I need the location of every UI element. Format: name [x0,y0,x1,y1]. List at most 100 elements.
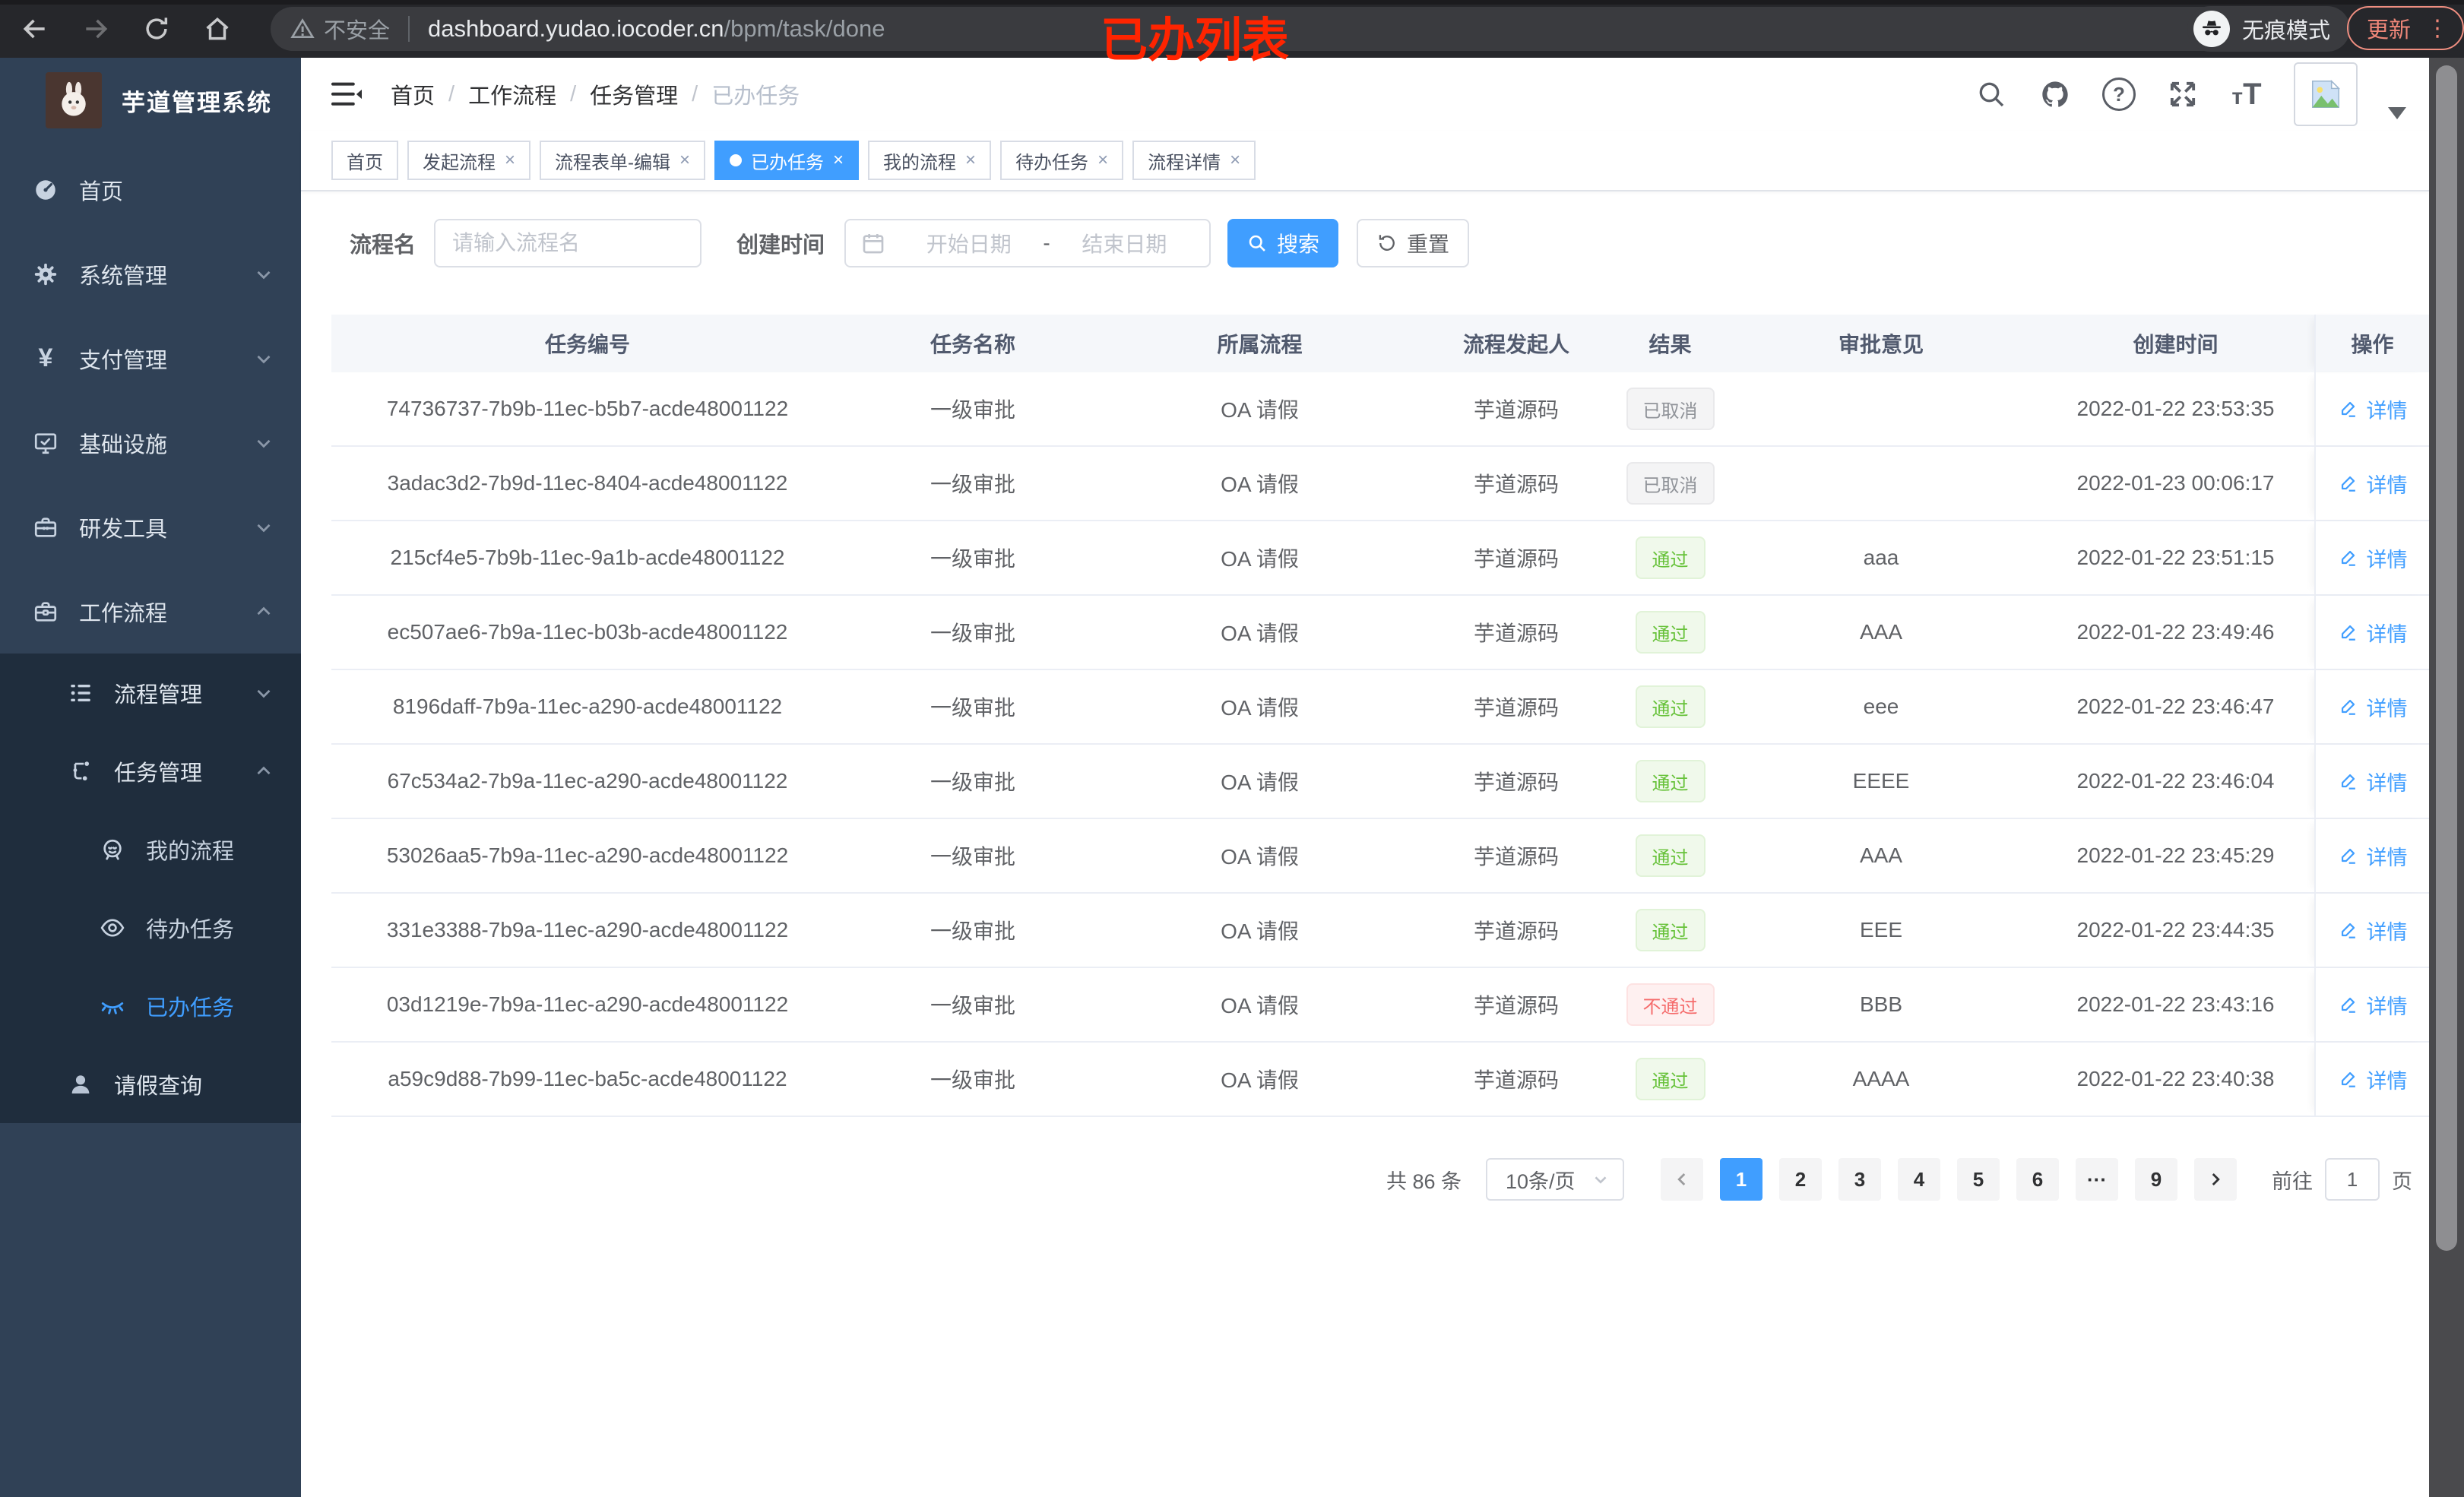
goto-page-input[interactable] [2325,1158,2380,1201]
breadcrumb-item[interactable]: 任务管理 [590,78,678,110]
browser-reload-button[interactable] [138,11,175,47]
reset-button[interactable]: 重置 [1357,219,1470,267]
process-name-input[interactable] [434,219,702,267]
range-separator: - [1043,231,1050,255]
search-button[interactable]: 搜索 [1227,219,1339,267]
result-badge: 已取消 [1626,388,1715,430]
detail-link[interactable]: 详情 [2338,990,2408,1020]
sidebar-item-研发工具[interactable]: 研发工具 [0,485,301,569]
pen-icon [2341,848,2355,864]
security-indicator[interactable]: 不安全 [290,13,390,45]
reload-icon [146,17,168,40]
pen-icon [2341,774,2355,790]
close-icon[interactable]: × [1097,151,1108,169]
tab-待办任务[interactable]: 待办任务 × [1000,141,1124,180]
sidebar-item-待办任务[interactable]: 待办任务 [0,888,301,967]
page-button-2[interactable]: 2 [1779,1158,1822,1201]
address-bar[interactable]: 不安全 dashboard.yudao.iocoder.cn/bpm/task/… [271,7,2332,51]
eye-closed-icon [97,991,128,1021]
column-header-结果: 结果 [1648,333,1692,356]
browser-back-button[interactable] [17,11,53,47]
page-button-5[interactable]: 5 [1957,1158,2000,1201]
detail-link-label: 详情 [2366,771,2408,795]
hamburger-fold-icon [331,82,362,106]
tab-流程详情[interactable]: 流程详情 × [1132,141,1256,180]
detail-link-label: 详情 [2366,920,2408,944]
browser-home-button[interactable] [199,11,236,47]
sidebar-item-任务管理[interactable]: 任务管理 [0,732,301,810]
tab-首页[interactable]: 首页 [331,141,398,180]
detail-link[interactable]: 详情 [2338,1065,2408,1094]
date-range-picker[interactable]: 开始日期 - 结束日期 [844,219,1211,267]
help-button[interactable]: ? [2102,78,2136,111]
sidebar-item-工作流程[interactable]: 工作流程 [0,569,301,654]
browser-update-button[interactable]: 更新 ⋮ [2347,6,2464,50]
sidebar-item-请假查询[interactable]: 请假查询 [0,1045,301,1123]
url-path: /bpm/task/done [724,15,885,42]
page-button-4[interactable]: 4 [1898,1158,1940,1201]
sidebar-logo-row[interactable]: 芋道管理系统 [0,58,301,143]
font-size-button[interactable]: тT [2230,78,2263,111]
browser-scrollbar[interactable] [2429,58,2464,1497]
page-button-9[interactable]: 9 [2135,1158,2177,1201]
header-search-button[interactable] [1975,78,2008,111]
sidebar-item-系统管理[interactable]: 系统管理 [0,232,301,316]
page-button-3[interactable]: 3 [1838,1158,1881,1201]
detail-link[interactable]: 详情 [2338,543,2408,573]
sidebar-item-已办任务[interactable]: 已办任务 [0,967,301,1045]
result-cell: 通过 [1615,909,1725,951]
chevron-down-icon[interactable] [2388,107,2406,119]
detail-link[interactable]: 详情 [2338,618,2408,647]
starter-cell: 芋道源码 [1473,547,1559,571]
pager-ellipsis[interactable]: ··· [2076,1158,2118,1201]
action-cell: 详情 [2314,968,2429,1041]
detail-link[interactable]: 详情 [2338,469,2408,498]
next-page-button[interactable] [2194,1158,2237,1201]
sidebar-item-我的流程[interactable]: 我的流程 [0,810,301,888]
result-badge: 通过 [1635,909,1705,951]
active-tab-dot [730,154,743,166]
detail-link[interactable]: 详情 [2338,916,2408,945]
breadcrumb-item[interactable]: 首页 [391,78,435,110]
scrollbar-thumb[interactable] [2436,65,2457,1251]
gear-icon [30,259,61,290]
close-icon[interactable]: × [833,151,844,169]
github-button[interactable] [2038,78,2072,111]
result-cell: 通过 [1615,760,1725,802]
fullscreen-button[interactable] [2166,78,2200,111]
sidebar-collapse-button[interactable] [330,79,363,109]
task-id-cell: 53026aa5-7b9a-11ec-a290-acde48001122 [386,843,789,867]
table-header-row: 任务编号 任务名称 所属流程 流程发起人 结果 审批意见 创建时间 操作 [331,315,2429,372]
divider [408,16,410,42]
breadcrumb-item[interactable]: 工作流程 [468,78,556,110]
page-button-6[interactable]: 6 [2016,1158,2059,1201]
close-icon[interactable]: × [505,151,515,169]
process-cell: OA 请假 [1221,919,1299,943]
avatar[interactable] [2294,62,2358,126]
detail-link[interactable]: 详情 [2338,841,2408,871]
page-size-select[interactable]: 10条/页 [1486,1158,1624,1201]
sidebar-item-流程管理[interactable]: 流程管理 [0,654,301,732]
pen-icon [2341,476,2355,492]
close-icon[interactable]: × [679,151,690,169]
detail-link[interactable]: 详情 [2338,767,2408,796]
detail-link[interactable]: 详情 [2338,692,2408,722]
tab-已办任务[interactable]: 已办任务 × [714,141,860,180]
browser-forward-button[interactable] [78,11,114,47]
filter-form: 流程名 创建时间 开始日期 - 结束日期 搜索 重置 [350,219,2429,267]
sidebar-item-基础设施[interactable]: 基础设施 [0,400,301,485]
page-button-1[interactable]: 1 [1720,1158,1762,1201]
tab-发起流程[interactable]: 发起流程 × [407,141,531,180]
prev-page-button[interactable] [1661,1158,1703,1201]
process-cell: OA 请假 [1221,547,1299,571]
detail-link[interactable]: 详情 [2338,394,2408,424]
close-icon[interactable]: × [1230,151,1240,169]
app-header: 首页 / 工作流程 / 任务管理 / 已办任务 ? тT [301,58,2429,131]
sidebar-item-支付管理[interactable]: ¥ 支付管理 [0,316,301,400]
pen-icon [2341,550,2355,566]
close-icon[interactable]: × [965,151,976,169]
sidebar-item-首页[interactable]: 首页 [0,147,301,232]
tab-我的流程[interactable]: 我的流程 × [868,141,992,180]
tab-流程表单-编辑[interactable]: 流程表单-编辑 × [540,141,706,180]
kebab-menu-icon[interactable]: ⋮ [2426,15,2449,42]
